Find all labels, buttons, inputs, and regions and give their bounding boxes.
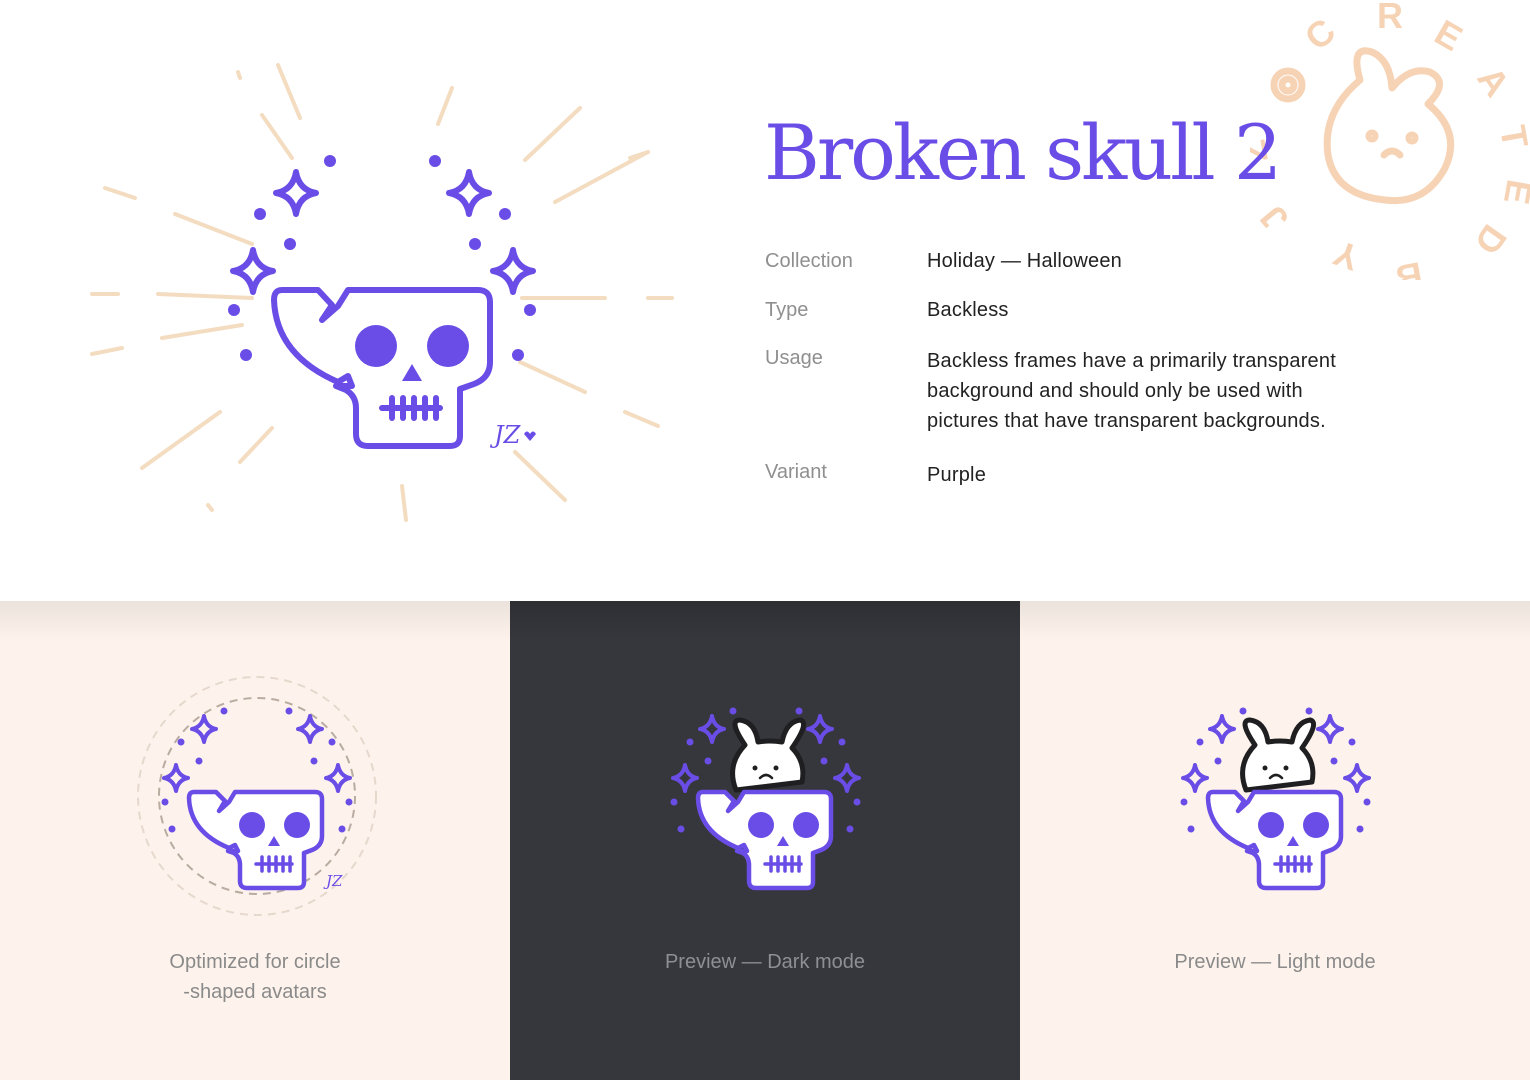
sparkle-stars	[162, 714, 352, 793]
bunny-avatar	[1240, 717, 1317, 793]
svg-text:B: B	[1393, 254, 1426, 280]
sparkle-stars	[230, 169, 536, 295]
detail-label: Collection	[765, 250, 853, 272]
preview-panel-light: Preview — Light mode	[1020, 601, 1530, 1080]
detail-value: Backless frames have a primarily transpa…	[927, 350, 1336, 432]
svg-text:E: E	[1428, 11, 1469, 59]
svg-text:J: J	[1252, 198, 1296, 240]
product-title: Broken skull 2	[764, 108, 1282, 197]
svg-text:D: D	[1467, 217, 1515, 262]
detail-row-collection: Collection Holiday — Halloween	[765, 246, 1122, 276]
created-by-stamp-logo: C R E A T E D B Y J Z	[1250, 0, 1530, 280]
detail-row-usage: Usage Backless frames have a primarily t…	[765, 343, 1367, 436]
preview-panel-circle: JZ Optimized for circle -shaped avatars	[0, 601, 510, 1080]
svg-text:E: E	[1496, 177, 1530, 208]
detail-label: Type	[765, 299, 809, 321]
preview-caption: Preview — Dark mode	[664, 951, 866, 973]
svg-text:Y: Y	[1328, 232, 1365, 279]
svg-text:A: A	[1469, 59, 1517, 104]
artist-signature: JZ	[323, 872, 343, 890]
dark-mode-avatar-preview	[670, 707, 861, 891]
broken-skull-hero-illustration: JZ	[90, 63, 674, 522]
circle-avatar-preview: JZ	[137, 676, 377, 916]
detail-value: Purple	[927, 464, 987, 486]
artist-signature: JZ	[489, 421, 522, 449]
detail-label: Usage	[765, 347, 823, 369]
detail-value: Backless	[927, 299, 1009, 321]
detail-row-type: Type Backless	[765, 295, 1009, 325]
preview-caption: Preview — Light mode	[1174, 951, 1376, 973]
detail-row-variant: Variant Purple	[765, 457, 986, 490]
broken-skull	[271, 287, 493, 449]
detail-value: Holiday — Halloween	[927, 250, 1123, 272]
heart-icon	[524, 431, 536, 441]
svg-text:R: R	[1377, 0, 1403, 36]
product-header-section: JZ C R E A T E D B Y J Z Broken skull 2	[0, 0, 1530, 601]
detail-label: Variant	[765, 461, 827, 483]
light-mode-avatar-preview	[1180, 707, 1371, 891]
svg-text:C: C	[1297, 10, 1343, 58]
preview-panel-dark: Preview — Dark mode	[510, 601, 1020, 1080]
preview-caption: Optimized for circle -shaped avatars	[169, 951, 341, 1003]
svg-text:T: T	[1492, 122, 1530, 151]
bunny-avatar	[730, 717, 807, 793]
